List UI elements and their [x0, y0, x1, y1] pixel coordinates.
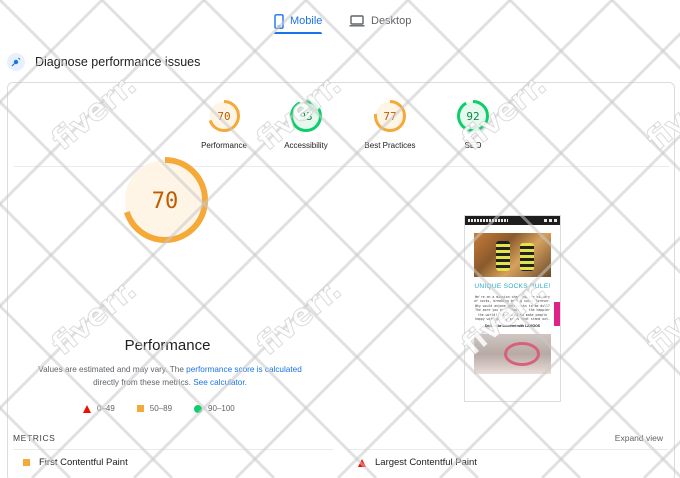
- metrics-title: METRICS: [13, 433, 56, 443]
- square-icon: [136, 405, 144, 412]
- diagnose-title: Diagnose performance issues: [35, 55, 201, 69]
- metric-divider-right: [348, 449, 668, 450]
- score-legend: 0–49 50–89 90–100: [83, 404, 257, 413]
- note-text-1: Values are estimated and may vary. The: [38, 365, 187, 374]
- gauge-performance-value: 70: [217, 110, 230, 123]
- note-text-2: directly from these metrics.: [93, 378, 194, 387]
- triangle-icon: [358, 458, 366, 467]
- legend-average-label: 50–89: [149, 404, 173, 413]
- report-card: 70 Performance 93 Accessibility 77 Best …: [7, 82, 675, 478]
- gauge-seo-label: SEO: [464, 141, 482, 150]
- gauge-best-practices-value: 77: [383, 110, 396, 123]
- preview-hero-image: [474, 233, 551, 277]
- performance-main-gauge: 70: [118, 153, 218, 252]
- circle-icon: [194, 404, 203, 413]
- square-icon: [23, 459, 30, 466]
- legend-fail-label: 0–49: [97, 404, 115, 413]
- tab-mobile[interactable]: Mobile: [274, 8, 323, 34]
- score-calculated-link[interactable]: performance score is calculated: [186, 365, 302, 374]
- gauge-accessibility[interactable]: 93 Accessibility: [271, 99, 341, 150]
- metric-lcp-label: Largest Contentful Paint: [375, 457, 477, 468]
- phone-icon: [274, 13, 284, 29]
- gauge-best-practices-label: Best Practices: [364, 141, 416, 150]
- performance-main-title: Performance: [124, 337, 211, 354]
- preview-body: We're on a mission changing the history …: [474, 295, 551, 322]
- see-calculator-link[interactable]: See calculator.: [193, 378, 247, 387]
- gauge-best-practices-ring: 77: [374, 100, 406, 132]
- gauge-accessibility-value: 93: [299, 110, 312, 123]
- preview-header-bar: [465, 216, 560, 225]
- legend-average: 50–89: [136, 404, 173, 413]
- diagnose-section-header: Diagnose performance issues: [7, 53, 200, 71]
- tab-mobile-label: Mobile: [290, 15, 323, 27]
- performance-main-value: 70: [152, 189, 179, 214]
- metric-divider-left: [13, 449, 333, 450]
- preview-heading: UNIQUE SOCKS RULE!: [474, 283, 551, 290]
- diagnose-icon: [7, 53, 25, 71]
- gauge-seo[interactable]: 92 SEO: [438, 99, 508, 150]
- expand-view-toggle[interactable]: Expand view: [615, 433, 663, 443]
- preview-side-tab: [554, 302, 560, 326]
- metrics-header: METRICS Expand view: [7, 428, 675, 448]
- tab-desktop[interactable]: Desktop: [349, 8, 411, 34]
- metric-lcp: Largest Contentful Paint: [358, 457, 477, 468]
- score-gauges: 70 Performance 93 Accessibility 77 Best …: [14, 83, 669, 167]
- gauge-seo-ring: 92: [457, 100, 489, 132]
- device-tabs: Mobile Desktop: [0, 0, 680, 34]
- gauge-accessibility-label: Accessibility: [284, 141, 328, 150]
- gauge-performance-ring: 70: [208, 100, 240, 132]
- page-screenshot-preview[interactable]: UNIQUE SOCKS RULE! We're on a mission ch…: [464, 215, 561, 402]
- legend-pass-label: 90–100: [208, 404, 235, 413]
- preview-tagline: Dare to be Different with LAMOOS: [484, 324, 540, 329]
- preview-product-image: [474, 334, 551, 375]
- metric-fcp: First Contentful Paint: [23, 457, 128, 468]
- tab-desktop-label: Desktop: [371, 15, 412, 27]
- performance-note: Values are estimated and may vary. The p…: [30, 363, 310, 389]
- metric-fcp-label: First Contentful Paint: [39, 457, 128, 468]
- triangle-icon: [83, 404, 91, 413]
- legend-pass: 90–100: [194, 404, 235, 413]
- gauge-accessibility-ring: 93: [290, 100, 322, 132]
- gauge-performance-label: Performance: [201, 141, 247, 150]
- gauge-performance[interactable]: 70 Performance: [189, 99, 259, 150]
- gauge-best-practices[interactable]: 77 Best Practices: [355, 99, 425, 150]
- gauge-seo-value: 92: [466, 110, 479, 123]
- legend-fail: 0–49: [83, 404, 115, 413]
- laptop-icon: [349, 15, 365, 27]
